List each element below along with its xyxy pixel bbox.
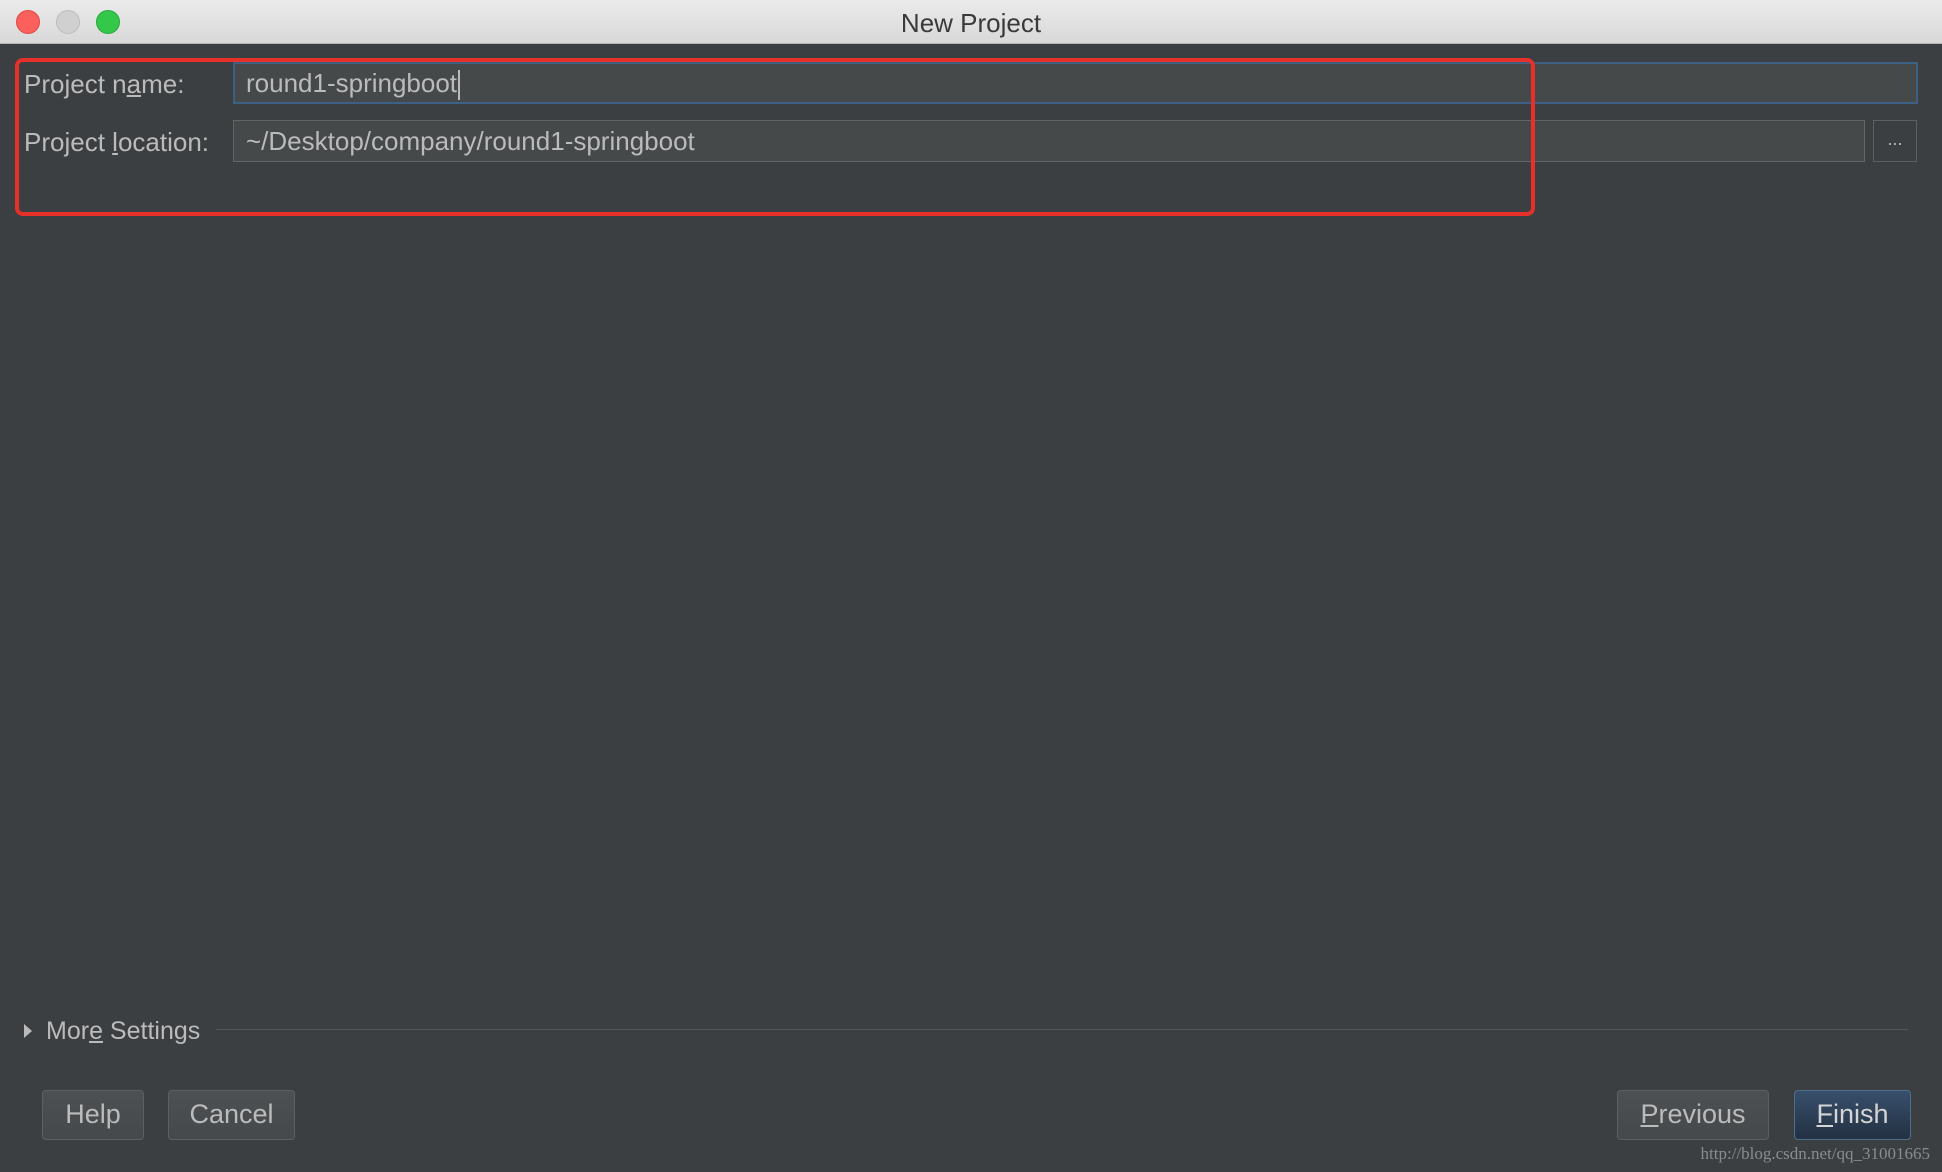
title-bar[interactable]: New Project [0, 0, 1942, 44]
previous-label: revious [1658, 1099, 1746, 1129]
expand-triangle-icon [24, 1024, 32, 1038]
text-caret [458, 70, 461, 101]
project-name-label-text: Project n [24, 69, 127, 99]
browse-location-button[interactable]: ... [1873, 120, 1917, 162]
project-name-value: round1-springboot [246, 68, 458, 98]
finish-button[interactable]: Finish [1794, 1090, 1911, 1140]
previous-mnemonic: P [1640, 1099, 1659, 1129]
cancel-button[interactable]: Cancel [168, 1090, 295, 1140]
more-settings-label-suffix: Settings [102, 1016, 201, 1045]
previous-button[interactable]: Previous [1617, 1090, 1769, 1140]
project-location-label-text: Project [24, 127, 113, 157]
project-location-label: Project location: [24, 127, 209, 158]
more-settings-label: More Settings [46, 1017, 200, 1046]
window-title: New Project [900, 8, 1042, 38]
more-settings-label-text: Mor [46, 1016, 90, 1045]
project-name-label: Project name: [24, 69, 184, 100]
project-location-value: ~/Desktop/company/round1-springboot [246, 126, 695, 156]
more-settings-mnemonic: e [89, 1016, 103, 1045]
project-location-input[interactable]: ~/Desktop/company/round1-springboot [233, 120, 1865, 162]
watermark-text: http://blog.csdn.net/qq_31001665 [1700, 1144, 1931, 1163]
more-settings-divider [216, 1029, 1908, 1030]
project-location-label-suffix: ocation: [117, 127, 210, 157]
project-name-label-suffix: me: [141, 69, 185, 99]
finish-mnemonic: F [1816, 1099, 1833, 1129]
finish-label: inish [1832, 1099, 1889, 1129]
more-settings-toggle[interactable]: More Settings [24, 1015, 200, 1047]
new-project-dialog: New Project Project name: round1-springb… [0, 0, 1942, 1172]
project-name-input[interactable]: round1-springboot [233, 62, 1918, 104]
project-name-mnemonic: a [126, 69, 142, 99]
help-button[interactable]: Help [42, 1090, 144, 1140]
